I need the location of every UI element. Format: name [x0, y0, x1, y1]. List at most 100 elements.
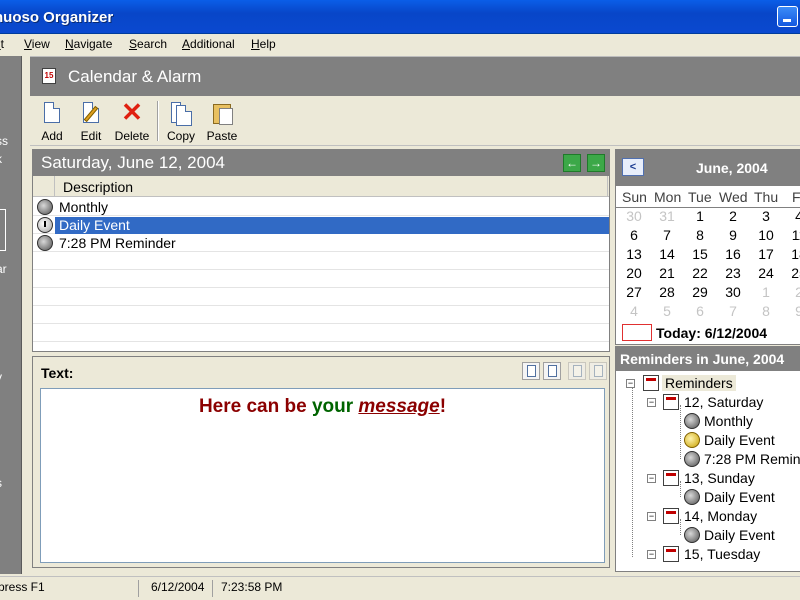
- edit-button[interactable]: Edit: [69, 101, 113, 143]
- tree-label: Monthly: [704, 413, 754, 429]
- calendar-day[interactable]: 21: [652, 265, 682, 281]
- splitter: [22, 56, 30, 574]
- note-text-area[interactable]: Here can be your message!: [40, 388, 605, 563]
- edit-text-button[interactable]: [543, 362, 561, 380]
- alarm-clock-icon: [684, 432, 700, 448]
- calendar-day[interactable]: 10: [751, 227, 781, 243]
- calendar-day-other-month[interactable]: 4: [619, 303, 649, 319]
- nav-label-fragment[interactable]: ss: [0, 134, 8, 148]
- calendar-day[interactable]: 1: [685, 208, 715, 224]
- calendar-day[interactable]: 24: [751, 265, 781, 281]
- calendar-day[interactable]: 25: [784, 265, 800, 281]
- list-item[interactable]: 7:28 PM Reminder: [33, 234, 609, 252]
- calendar-day[interactable]: 8: [685, 227, 715, 243]
- next-day-arrow-icon[interactable]: →: [587, 154, 605, 172]
- calendar-day[interactable]: 30: [718, 284, 748, 300]
- icon-column-header[interactable]: [33, 176, 55, 196]
- collapse-icon[interactable]: −: [647, 550, 656, 559]
- calendar-day-other-month[interactable]: 2: [784, 284, 800, 300]
- new-document-icon: [40, 101, 64, 125]
- left-nav-bar: ss k ar y s: [0, 56, 22, 574]
- weekday-header: Sun Mon Tue Wed Thu F: [616, 188, 800, 208]
- delete-button[interactable]: ✕ Delete: [110, 97, 154, 143]
- calendar-day[interactable]: 27: [619, 284, 649, 300]
- collapse-icon[interactable]: −: [647, 512, 656, 521]
- calendar-day-other-month[interactable]: 5: [652, 303, 682, 319]
- section-header: 15 Calendar & Alarm: [30, 56, 800, 96]
- calendar-day[interactable]: 17: [751, 246, 781, 262]
- list-item-selected[interactable]: Daily Event: [33, 216, 609, 234]
- day-calendar-icon: [663, 508, 679, 524]
- calendar-day[interactable]: 13: [619, 246, 649, 262]
- menu-additional[interactable]: Additional: [182, 37, 235, 51]
- new-text-button[interactable]: [522, 362, 540, 380]
- description-column-header[interactable]: Description: [63, 179, 133, 195]
- calendar-day-other-month[interactable]: 7: [718, 303, 748, 319]
- calendar-day[interactable]: 16: [718, 246, 748, 262]
- collapse-icon[interactable]: −: [647, 474, 656, 483]
- menu-view[interactable]: View: [24, 37, 50, 51]
- nav-selected-item[interactable]: [0, 209, 6, 251]
- tree-label: 14, Monday: [684, 508, 758, 524]
- minimize-button[interactable]: [777, 6, 798, 27]
- menu-navigate[interactable]: Navigate: [65, 37, 112, 51]
- calendar-day[interactable]: 29: [685, 284, 715, 300]
- calendar-day[interactable]: 11: [784, 227, 800, 243]
- menu-help[interactable]: Help: [251, 37, 276, 51]
- window-title: nuoso Organizer: [0, 9, 114, 26]
- previous-day-arrow-icon[interactable]: ←: [563, 154, 581, 172]
- menu-edit[interactable]: it: [0, 37, 4, 51]
- calendar-day-other-month[interactable]: 1: [751, 284, 781, 300]
- calendar-day-other-month[interactable]: 30: [619, 208, 649, 224]
- calendar-day[interactable]: 18: [784, 246, 800, 262]
- calendar-day[interactable]: 2: [718, 208, 748, 224]
- note-text-panel: Text: Here can be your message!: [32, 356, 610, 568]
- add-button[interactable]: Add: [30, 101, 74, 143]
- calendar-day[interactable]: 9: [718, 227, 748, 243]
- nav-label-fragment[interactable]: ar: [0, 262, 7, 276]
- weekday-label: Sun: [622, 189, 647, 205]
- alarm-clock-icon: [37, 217, 53, 233]
- menu-search[interactable]: Search: [129, 37, 167, 51]
- today-link[interactable]: Today: 6/12/2004: [656, 325, 767, 341]
- weekday-label: Thu: [754, 189, 779, 205]
- delete-x-icon: ✕: [121, 97, 143, 127]
- calendar-day-other-month[interactable]: 9: [784, 303, 800, 319]
- calendar-day[interactable]: 15: [685, 246, 715, 262]
- calendar-day[interactable]: 4: [784, 208, 800, 224]
- alarm-bell-icon: [37, 235, 53, 251]
- nav-label-fragment[interactable]: s: [0, 476, 2, 490]
- paste-icon: [210, 101, 234, 125]
- message-part: message: [358, 396, 440, 417]
- collapse-icon[interactable]: −: [626, 379, 635, 388]
- previous-month-arrow-icon[interactable]: <: [622, 158, 644, 176]
- calendar-day-other-month[interactable]: 31: [652, 208, 682, 224]
- calendar-day[interactable]: 3: [751, 208, 781, 224]
- alarm-bell-icon: [684, 413, 700, 429]
- calendar-day[interactable]: 6: [619, 227, 649, 243]
- calendar-day[interactable]: 22: [685, 265, 715, 281]
- nav-label-fragment[interactable]: y: [0, 370, 2, 384]
- list-item[interactable]: Monthly: [33, 198, 609, 216]
- reminders-panel: Reminders in June, 2004 − Reminders − 12…: [615, 346, 800, 572]
- collapse-icon[interactable]: −: [647, 398, 656, 407]
- event-description: Daily Event: [55, 217, 609, 234]
- weekday-label: Mon: [654, 189, 682, 205]
- calendar-day[interactable]: 23: [718, 265, 748, 281]
- tree-label: 13, Sunday: [684, 470, 755, 486]
- copy-button[interactable]: Copy: [159, 101, 203, 143]
- calendar-day[interactable]: 28: [652, 284, 682, 300]
- format-icon: [573, 365, 582, 377]
- empty-row: [33, 252, 609, 270]
- calendar-day-other-month[interactable]: 8: [751, 303, 781, 319]
- edit-icon: [79, 101, 103, 125]
- calendar-day-other-month[interactable]: 6: [685, 303, 715, 319]
- undo-button[interactable]: [589, 362, 607, 380]
- paste-button[interactable]: Paste: [200, 101, 244, 143]
- tree-label: Daily Event: [704, 432, 775, 448]
- calendar-day[interactable]: 20: [619, 265, 649, 281]
- format-button[interactable]: [568, 362, 586, 380]
- calendar-day[interactable]: 7: [652, 227, 682, 243]
- calendar-day[interactable]: 14: [652, 246, 682, 262]
- nav-label-fragment[interactable]: k: [0, 152, 2, 166]
